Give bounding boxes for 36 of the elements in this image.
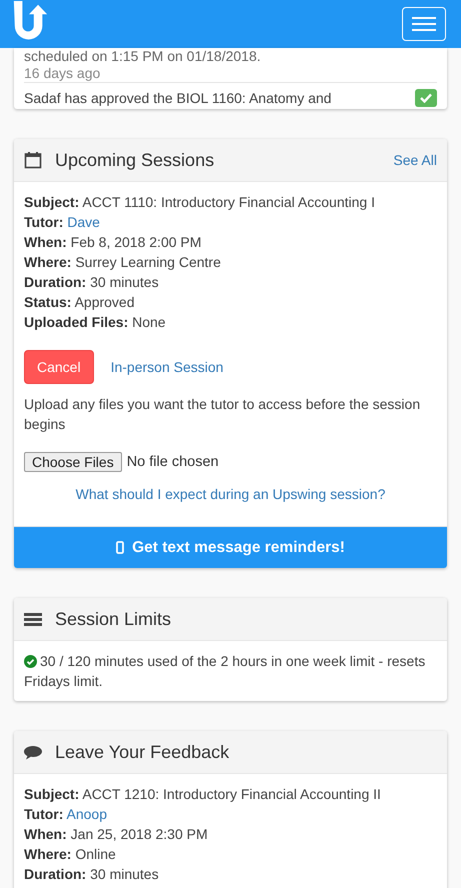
cancel-button[interactable]: Cancel <box>24 350 94 384</box>
upload-hint: Upload any files you want the tutor to access before the session begins <box>24 395 422 434</box>
detail-line: When: Feb 8, 2018 2:00 PM <box>24 233 202 252</box>
file-status: No file chosen <box>126 454 219 470</box>
detail-line: Duration: 30 minutes <box>24 273 160 292</box>
card-title: Session Limits <box>55 608 172 630</box>
detail-line: Tutor: Dave <box>24 213 101 232</box>
detail-line: When: Jan 25, 2018 2:30 PM <box>24 825 209 844</box>
notification-time: 16 days ago <box>24 64 102 82</box>
detail-line: Duration: 30 minutes <box>24 865 160 884</box>
card-title: Leave Your Feedback <box>55 742 230 762</box>
menu-button[interactable] <box>402 7 446 41</box>
speech-bubble-icon <box>24 743 42 761</box>
detail-line: Where: Online <box>24 845 117 864</box>
logo-icon[interactable] <box>12 0 48 40</box>
notification-text: Sadaf has approved the BIOL 1160: Anatomy and <box>24 89 332 107</box>
faq-link[interactable]: What should I expect during an Upswing session? <box>24 486 437 502</box>
detail-line: Subject: ACCT 1110: Introductory Financial Accounting I <box>24 193 376 212</box>
choose-files-button[interactable]: Choose Files <box>24 452 122 472</box>
detail-line: Tutor: Anoop <box>24 805 108 824</box>
reminders-button[interactable]: Get text message reminders! <box>14 526 447 568</box>
session-type-link[interactable]: In-person Session <box>110 359 224 375</box>
see-all-link[interactable]: See All <box>393 152 437 168</box>
server-icon <box>24 610 42 628</box>
phone-icon <box>116 541 124 554</box>
check-circle-icon <box>24 655 37 668</box>
limit-message: 30 / 120 minutes used of the 2 hours in one week limit - resets Fridays limit. <box>23 652 426 691</box>
detail-line: Subject: ACCT 1210: Introductory Financial Accounting II <box>24 785 382 804</box>
calendar-icon <box>24 151 42 169</box>
detail-line: Uploaded Files: None <box>24 313 167 332</box>
detail-line: Where: Surrey Learning Centre <box>24 253 222 272</box>
detail-line: Status: Approved <box>24 293 136 312</box>
notification-text: scheduled on 1:15 PM on 01/18/2018. <box>24 48 262 64</box>
tutor-link[interactable]: Dave <box>67 214 100 230</box>
tutor-link[interactable]: Anoop <box>66 806 107 822</box>
card-title: Upcoming Sessions <box>55 150 216 170</box>
